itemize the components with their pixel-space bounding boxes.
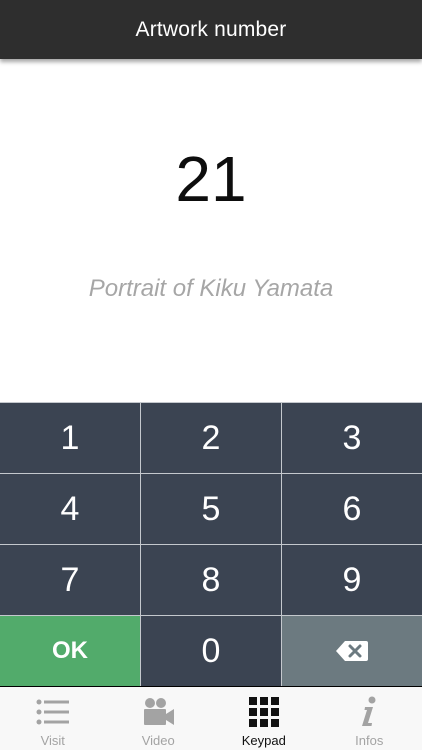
key-5[interactable]: 5 [141, 474, 281, 544]
keypad-grid-icon [247, 695, 281, 729]
tab-video[interactable]: Video [106, 687, 212, 750]
backspace-icon [335, 632, 369, 671]
tab-visit[interactable]: Visit [0, 687, 106, 750]
page-title: Artwork number [135, 17, 287, 41]
key-8[interactable]: 8 [141, 545, 281, 615]
tab-infos-label: Infos [355, 733, 384, 748]
key-6[interactable]: 6 [282, 474, 422, 544]
key-9[interactable]: 9 [282, 545, 422, 615]
info-icon [352, 695, 386, 729]
tab-infos[interactable]: Infos [317, 687, 422, 750]
delete-button[interactable] [282, 616, 422, 686]
key-4[interactable]: 4 [0, 474, 140, 544]
artwork-title: Portrait of Kiku Yamata [88, 275, 334, 302]
tab-video-label: Video [141, 733, 175, 748]
key-2[interactable]: 2 [141, 403, 281, 473]
header-bar: Artwork number [0, 0, 422, 59]
list-icon [36, 695, 70, 729]
numeric-keypad: 1 2 3 4 5 6 7 8 9 OK 0 [0, 402, 422, 686]
key-0[interactable]: 0 [141, 616, 281, 686]
tab-bar: Visit Video Keypad Infos [0, 686, 422, 750]
key-3[interactable]: 3 [282, 403, 422, 473]
artwork-display: 21 Portrait of Kiku Yamata [0, 59, 422, 402]
ok-button[interactable]: OK [0, 616, 140, 686]
video-camera-icon [141, 695, 175, 729]
tab-keypad-label: Keypad [241, 733, 286, 748]
tab-visit-label: Visit [40, 733, 65, 748]
key-7[interactable]: 7 [0, 545, 140, 615]
key-1[interactable]: 1 [0, 403, 140, 473]
artwork-number-readout: 21 [175, 143, 247, 215]
tab-keypad[interactable]: Keypad [211, 687, 317, 750]
